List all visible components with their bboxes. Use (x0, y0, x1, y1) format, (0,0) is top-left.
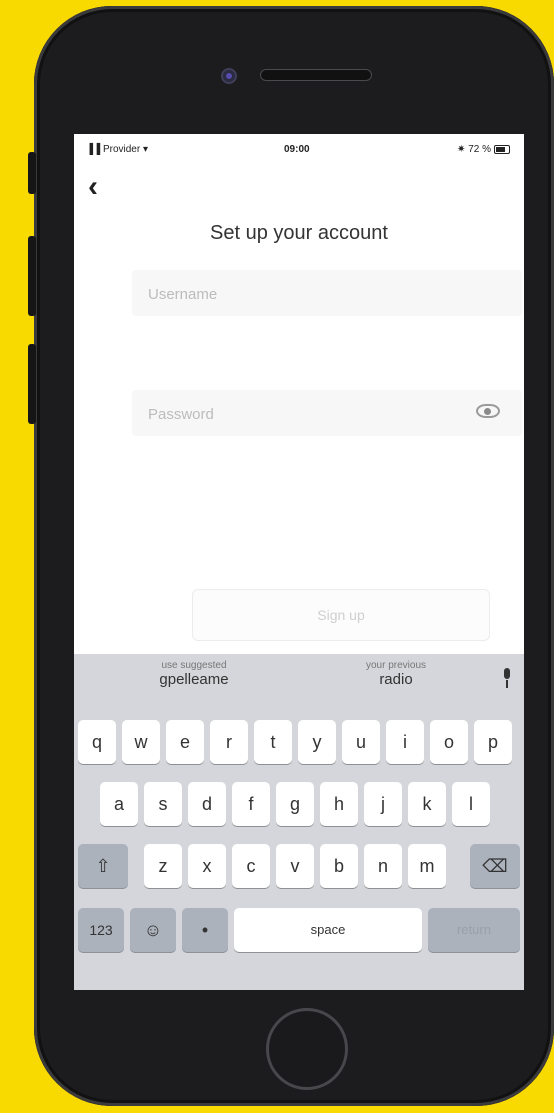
key-z[interactable]: z (144, 844, 182, 888)
key-o[interactable]: o (430, 720, 468, 764)
emoji-icon[interactable]: ☺ (130, 908, 176, 952)
key-m[interactable]: m (408, 844, 446, 888)
key-b[interactable]: b (320, 844, 358, 888)
front-camera (221, 68, 237, 84)
battery-percent: ✷ 72 % (457, 144, 491, 155)
key-l[interactable]: l (452, 782, 490, 826)
volume-up-button (28, 236, 36, 316)
key-j[interactable]: j (364, 782, 402, 826)
suggestion-item[interactable]: use suggested gpelleame (134, 660, 254, 688)
key-e[interactable]: e (166, 720, 204, 764)
silent-switch (28, 152, 36, 194)
clock: 09:00 (284, 144, 310, 155)
key-x[interactable]: x (188, 844, 226, 888)
back-chevron-icon[interactable]: ‹ (88, 172, 98, 202)
suggestion-hint: use suggested (161, 660, 227, 671)
return-key[interactable]: return (428, 908, 520, 952)
status-bar: ▐▐ Provider ▾ 09:00 ✷ 72 % (74, 134, 524, 170)
key-i[interactable]: i (386, 720, 424, 764)
delete-icon[interactable]: ⌫ (470, 844, 520, 888)
earpiece-speaker (260, 69, 372, 81)
password-field[interactable] (132, 390, 522, 438)
key-c[interactable]: c (232, 844, 270, 888)
key-n[interactable]: n (364, 844, 402, 888)
key-g[interactable]: g (276, 782, 314, 826)
key-w[interactable]: w (122, 720, 160, 764)
key-s[interactable]: s (144, 782, 182, 826)
key-t[interactable]: t (254, 720, 292, 764)
microphone-icon[interactable]: • (182, 908, 228, 952)
home-button[interactable] (266, 1008, 348, 1090)
key-k[interactable]: k (408, 782, 446, 826)
phone-frame: ▐▐ Provider ▾ 09:00 ✷ 72 % ‹ Set up your… (28, 6, 554, 1106)
key-q[interactable]: q (78, 720, 116, 764)
key-d[interactable]: d (188, 782, 226, 826)
key-h[interactable]: h (320, 782, 358, 826)
key-a[interactable]: a (100, 782, 138, 826)
volume-down-button (28, 344, 36, 424)
shift-icon[interactable]: ⇧ (78, 844, 128, 888)
key-f[interactable]: f (232, 782, 270, 826)
dictation-microphone-icon[interactable] (502, 668, 512, 688)
key-u[interactable]: u (342, 720, 380, 764)
battery-icon (494, 144, 510, 154)
suggestion-word: radio (379, 671, 413, 688)
battery-status: ✷ 72 % (457, 144, 510, 155)
key-p[interactable]: p (474, 720, 512, 764)
key-y[interactable]: y (298, 720, 336, 764)
eye-icon[interactable] (476, 404, 500, 418)
key-r[interactable]: r (210, 720, 248, 764)
keyboard: use suggested gpelleame your previous ra… (74, 654, 524, 990)
key-v[interactable]: v (276, 844, 314, 888)
suggestion-bar: use suggested gpelleame your previous ra… (74, 654, 524, 714)
username-field[interactable] (132, 270, 522, 318)
suggestion-hint: your previous (365, 660, 427, 671)
suggestion-item[interactable]: your previous radio (336, 660, 456, 688)
numbers-key[interactable]: 123 (78, 908, 124, 952)
username-input[interactable] (132, 270, 450, 318)
space-key[interactable]: space (234, 908, 422, 952)
page-title: Set up your account (210, 222, 388, 244)
suggestion-word: gpelleame (159, 671, 229, 688)
carrier-signal: ▐▐ Provider ▾ (86, 144, 148, 155)
screen: ▐▐ Provider ▾ 09:00 ✷ 72 % ‹ Set up your… (74, 134, 524, 990)
password-input[interactable] (132, 390, 450, 438)
sign-up-button[interactable]: Sign up (192, 589, 490, 641)
